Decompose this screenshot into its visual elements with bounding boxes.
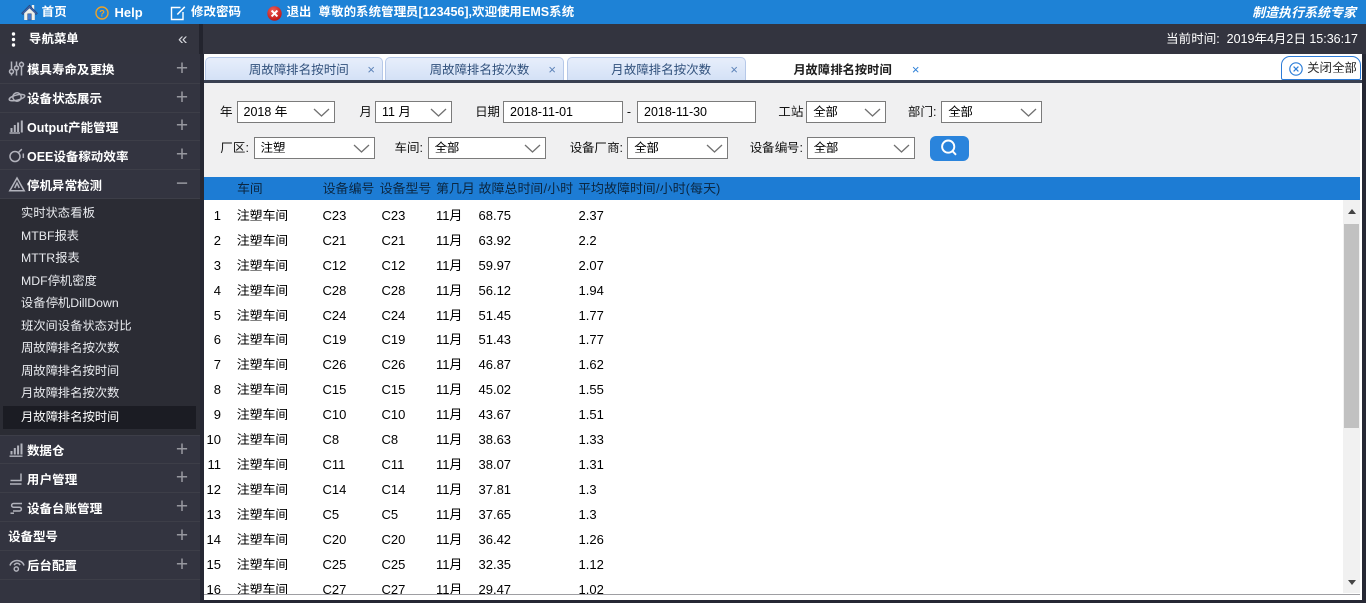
svg-text:?: ? (99, 8, 105, 19)
